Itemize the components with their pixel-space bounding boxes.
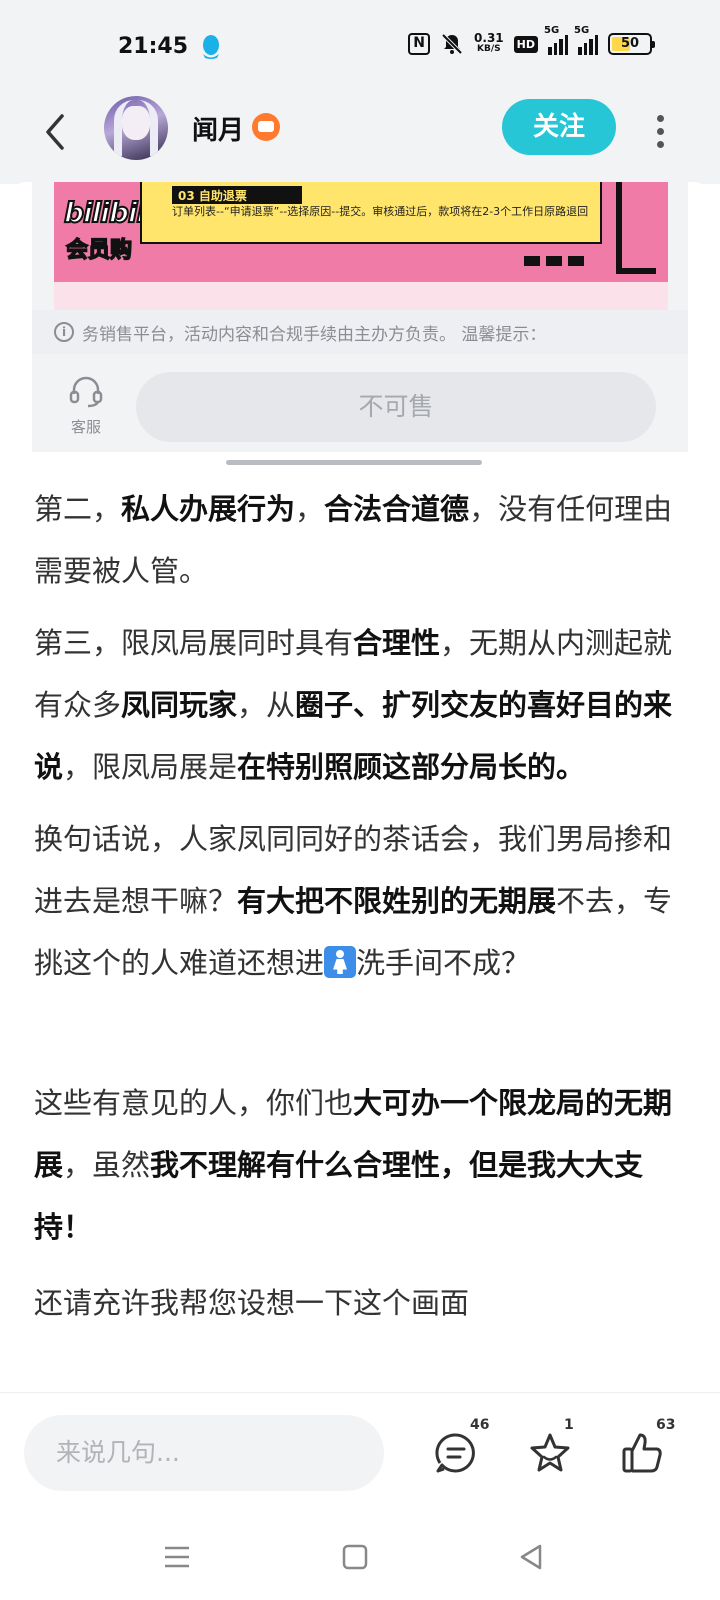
post-content[interactable]: bilibili 会员购 03 自助退票 订单列表--“申请退票”--选择原因-… [0, 182, 720, 1392]
bold-text: 在特别照顾这部分局长的。 [237, 750, 586, 784]
net-speed-unit: KB/S [477, 44, 501, 54]
paragraph-3-text-3: 洗手间不成？ [356, 946, 531, 980]
platform-notice: i 务销售平台，活动内容和合规手续由主办方负责。 温馨提示： [32, 310, 688, 354]
text-run: ，从 [237, 688, 296, 722]
paragraph-3: 换句话说，人家凤同同好的茶话会，我们男局掺和进去是想干嘛？有大把不限姓别的无期展… [34, 808, 674, 994]
text-run: ，限凤局展是 [63, 750, 238, 784]
status-icons: N 0.31 KB/S HD 5G 5G 50 [408, 25, 655, 56]
service-label: 客服 [70, 418, 101, 436]
bold-text: 凤同玩家 [121, 688, 238, 722]
favorite-button[interactable]: 1 [522, 1417, 582, 1479]
signal-label-2: 5G [574, 25, 590, 36]
customer-service-button: 客服 [62, 376, 110, 437]
hd-badge: HD [513, 35, 538, 53]
refund-note: 03 自助退票 订单列表--“申请退票”--选择原因--提交。审核通过后，款项将… [140, 182, 602, 244]
comment-input[interactable]: 来说几句... [24, 1415, 384, 1491]
signal-icon-2: 5G [574, 25, 598, 55]
battery-level: 50 [620, 36, 640, 51]
post-header: 闻月 关注 [0, 92, 720, 184]
mute-icon [441, 33, 463, 55]
comment-icon [435, 1433, 475, 1473]
favorite-count: 1 [564, 1417, 574, 1433]
womens-restroom-icon [324, 946, 357, 978]
bottom-action-bar: 来说几句... 46 1 63 [0, 1392, 720, 1512]
system-nav-bar [0, 1512, 720, 1600]
net-speed: 0.31 KB/S [474, 31, 504, 55]
paragraph-5: 还请充许我帮您设想一下这个画面 [34, 1286, 470, 1320]
refund-step-title: 03 自助退票 [172, 186, 302, 204]
paragraph-3-bold: 有大把不限姓别的无期展 [237, 884, 557, 918]
poster-decoration [616, 182, 656, 274]
article-body: 第二，私人办展行为，合法合道德，没有任何理由需要被人管。 第三，限凤局展同时具有… [34, 478, 674, 1334]
status-time: 21:45 [118, 34, 189, 59]
like-count: 63 [656, 1417, 676, 1433]
text-run: ，虽然 [63, 1148, 151, 1182]
poster-bars [524, 256, 584, 266]
notice-text: 务销售平台，活动内容和合规手续由主办方负责。 温馨提示： [82, 324, 547, 345]
image-scroll-indicator [226, 460, 482, 465]
username[interactable]: 闻月 [192, 110, 244, 147]
signal-icon: 5G [544, 25, 568, 55]
nfc-icon: N [408, 33, 431, 55]
back-icon[interactable] [38, 110, 74, 154]
paragraph-4: 这些有意见的人，你们也大可办一个限龙局的无期展，虽然我不理解有什么合理性，但是我… [34, 1072, 674, 1258]
battery-icon: 50 [608, 33, 655, 55]
like-button[interactable]: 63 [614, 1417, 675, 1479]
follow-button[interactable]: 关注 [502, 99, 616, 155]
signal-label: 5G [544, 25, 560, 36]
bold-text: 合法合道德 [324, 492, 470, 526]
paragraph-1: 第二，私人办展行为，合法合道德，没有任何理由需要被人管。 [34, 478, 674, 602]
more-options-icon[interactable] [650, 110, 670, 148]
creator-badge-icon [252, 113, 280, 141]
comment-button[interactable]: 46 [428, 1417, 489, 1479]
content-fade [0, 1332, 720, 1392]
embedded-screenshot: bilibili 会员购 03 自助退票 订单列表--“申请退票”--选择原因-… [32, 182, 688, 452]
refund-step-text: 订单列表--“申请退票”--选择原因--提交。审核通过后，款项将在2-3个工作日… [172, 205, 589, 218]
bold-text: 合理性 [353, 626, 441, 660]
thumbs-up-icon [622, 1433, 662, 1473]
home-icon[interactable] [338, 1540, 372, 1574]
qq-icon [203, 35, 219, 59]
text-run: 第二， [34, 492, 122, 526]
bold-text: 私人办展行为 [121, 492, 296, 526]
back-nav-icon[interactable] [514, 1540, 548, 1574]
status-bar: 21:45 N 0.31 KB/S HD 5G 5G 50 [0, 0, 720, 92]
text-run: 第三，限凤局展同时具有 [34, 626, 354, 660]
text-run: ， [295, 492, 325, 526]
not-for-sale-button: 不可售 [136, 372, 656, 442]
logo-subtext: 会员购 [65, 237, 133, 264]
text-run: 这些有意见的人，你们也 [34, 1086, 354, 1120]
menu-icon[interactable] [160, 1540, 194, 1574]
headset-icon [69, 376, 103, 408]
net-speed-value: 0.31 [474, 31, 504, 45]
comment-count: 46 [470, 1417, 490, 1433]
paragraph-2: 第三，限凤局展同时具有合理性，无期从内测起就有众多凤同玩家，从圈子、扩列交友的喜… [34, 612, 674, 798]
avatar[interactable] [104, 96, 168, 160]
info-icon: i [54, 322, 74, 342]
star-icon [530, 1433, 570, 1472]
